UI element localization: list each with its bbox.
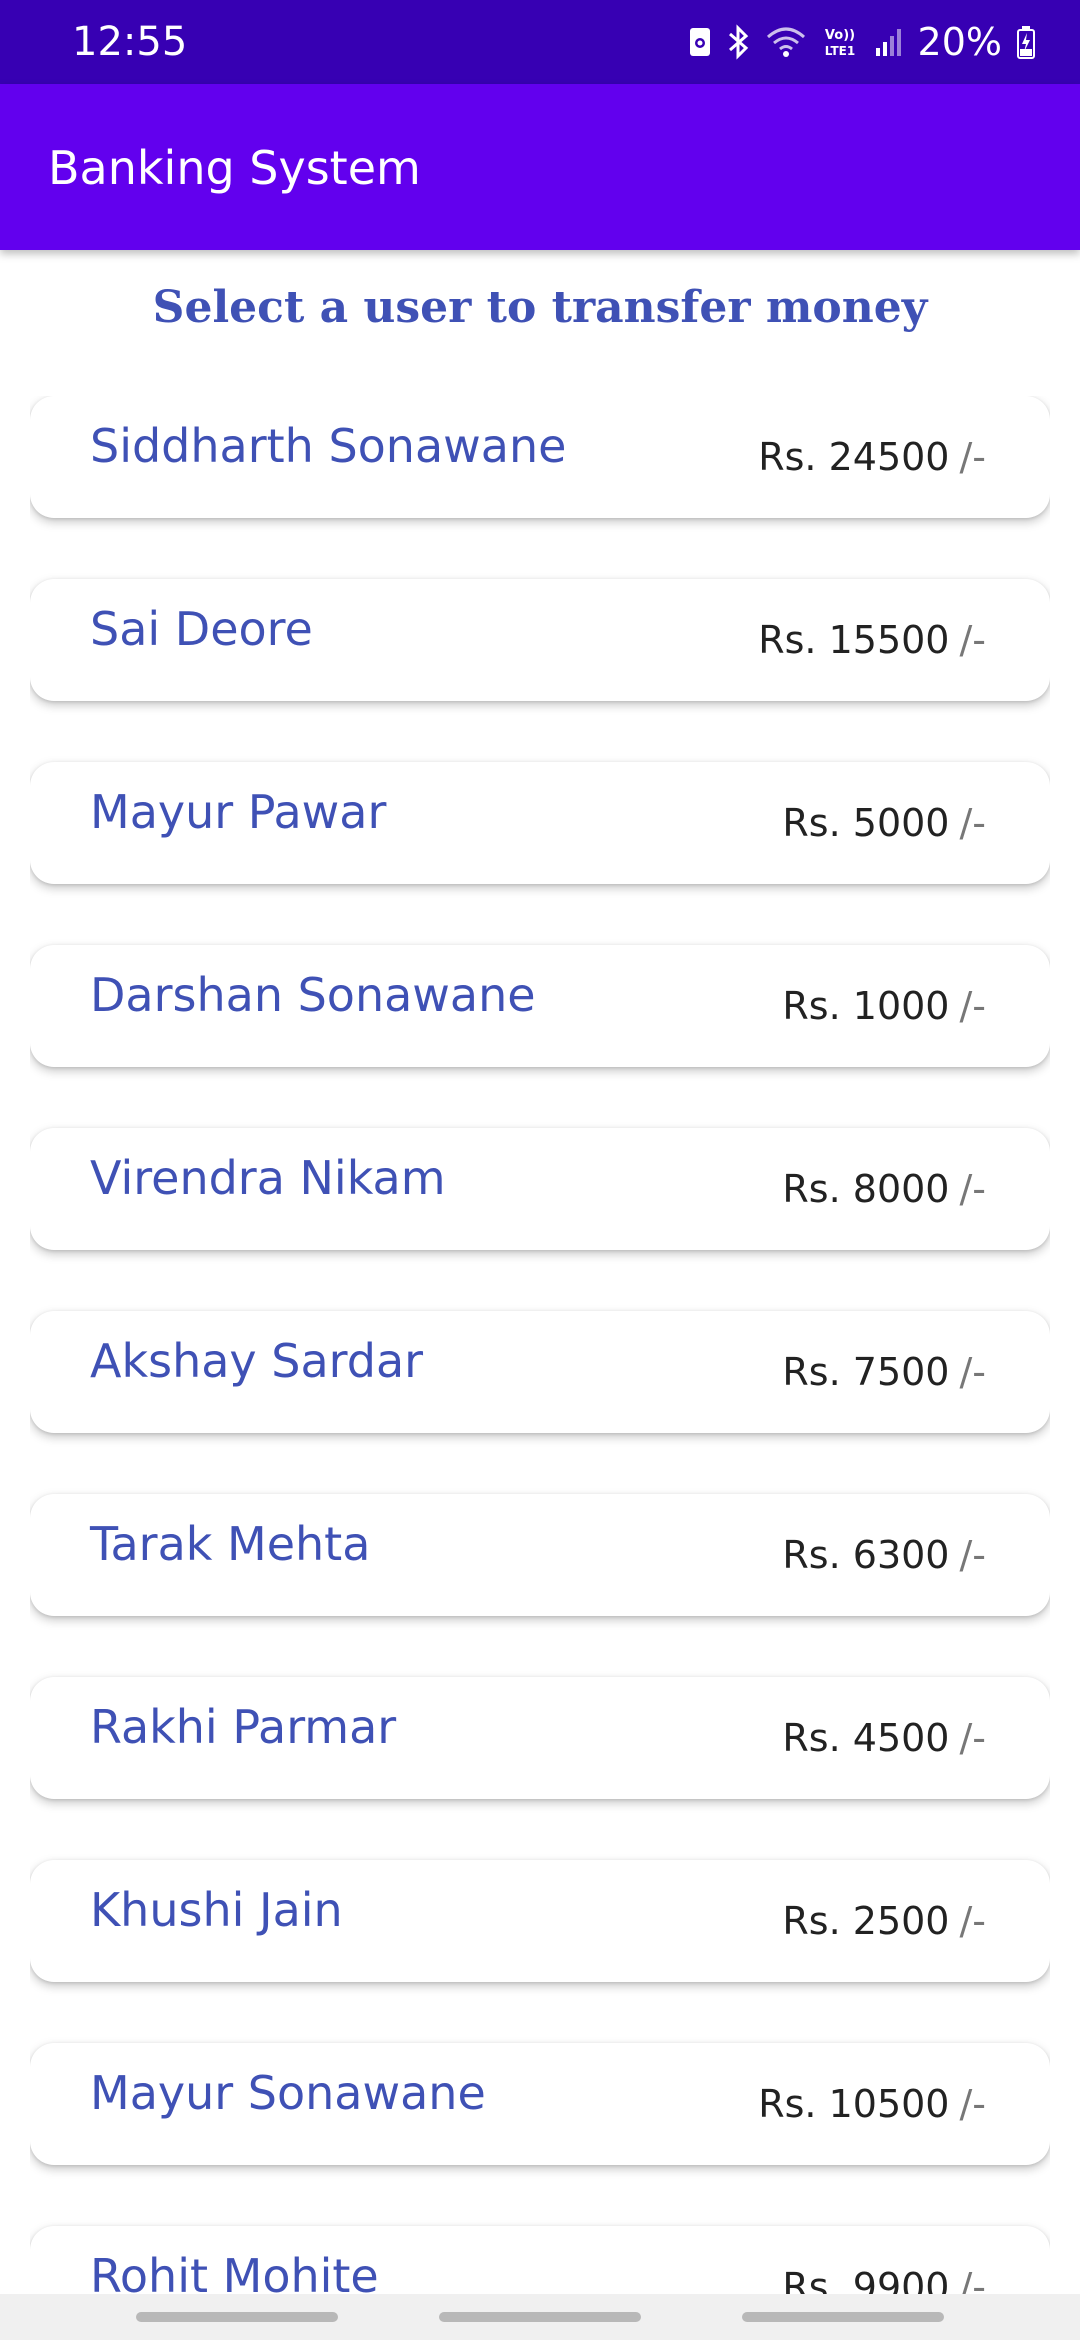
- app-title: Banking System: [48, 141, 421, 195]
- balance-suffix: /-: [959, 1716, 986, 1760]
- balance-amount: Rs. 15500: [758, 618, 950, 662]
- user-card[interactable]: Mayur Pawar Rs. 5000/-: [30, 762, 1050, 884]
- user-card[interactable]: Khushi Jain Rs. 2500/-: [30, 1860, 1050, 1982]
- signal-icon: [874, 26, 904, 58]
- user-balance: Rs. 7500/-: [782, 1347, 986, 1397]
- user-name: Mayur Pawar: [90, 785, 387, 839]
- user-card[interactable]: Rakhi Parmar Rs. 4500/-: [30, 1677, 1050, 1799]
- balance-suffix: /-: [959, 984, 986, 1028]
- user-balance: Rs. 10500/-: [758, 2079, 986, 2129]
- user-card[interactable]: Virendra Nikam Rs. 8000/-: [30, 1128, 1050, 1250]
- user-balance: Rs. 9900 /-: [782, 2262, 986, 2296]
- balance-suffix: /-: [959, 2265, 986, 2296]
- user-name: Darshan Sonawane: [90, 968, 536, 1022]
- balance-amount: Rs. 8000: [782, 1167, 950, 1211]
- user-balance: Rs. 15500/-: [758, 615, 986, 665]
- svg-text:Vo)): Vo)): [824, 28, 854, 43]
- app-bar: Banking System: [0, 84, 1080, 250]
- user-card[interactable]: Akshay Sardar Rs. 7500/-: [30, 1311, 1050, 1433]
- user-balance: Rs. 6300/-: [782, 1530, 986, 1580]
- balance-amount: Rs. 5000: [782, 801, 950, 845]
- user-name: Tarak Mehta: [90, 1517, 371, 1571]
- user-name: Virendra Nikam: [90, 1151, 446, 1205]
- user-balance: Rs. 24500/-: [758, 432, 986, 482]
- user-card[interactable]: Sai Deore Rs. 15500/-: [30, 579, 1050, 701]
- nav-recents-button[interactable]: [136, 2312, 338, 2322]
- bluetooth-icon: [726, 24, 752, 60]
- balance-amount: Rs. 7500: [782, 1350, 950, 1394]
- wifi-icon: [766, 25, 806, 59]
- balance-suffix: /-: [959, 1350, 986, 1394]
- user-card[interactable]: Mayur Sonawane Rs. 10500/-: [30, 2043, 1050, 2165]
- balance-suffix: /-: [959, 1899, 986, 1943]
- user-name: Akshay Sardar: [90, 1334, 424, 1388]
- user-balance: Rs. 8000/-: [782, 1164, 986, 1214]
- user-card[interactable]: Tarak Mehta Rs. 6300/-: [30, 1494, 1050, 1616]
- battery-charging-icon: [1016, 25, 1036, 59]
- svg-text:LTE1: LTE1: [824, 44, 854, 58]
- battery-percent: 20%: [917, 20, 1002, 64]
- page-subtitle: Select a user to transfer money: [152, 282, 928, 333]
- nav-home-button[interactable]: [439, 2312, 641, 2322]
- volte-icon: Vo)) LTE1: [820, 24, 860, 60]
- user-balance: Rs. 5000/-: [782, 798, 986, 848]
- user-name: Khushi Jain: [90, 1883, 343, 1937]
- user-balance: Rs. 2500/-: [782, 1896, 986, 1946]
- screen: 12:55 Vo)) LTE1 20% Banking System Selec…: [0, 0, 1080, 2340]
- user-card[interactable]: Rohit Mohite Rs. 9900 /-: [30, 2226, 1050, 2296]
- user-balance: Rs. 1000/-: [782, 981, 986, 1031]
- balance-amount: Rs. 10500: [758, 2082, 950, 2126]
- balance-amount: Rs. 24500: [758, 435, 950, 479]
- user-name: Mayur Sonawane: [90, 2066, 486, 2120]
- balance-suffix: /-: [959, 435, 986, 479]
- user-name: Rohit Mohite: [90, 2249, 379, 2296]
- balance-amount: Rs. 4500: [782, 1716, 950, 1760]
- user-balance: Rs. 4500/-: [782, 1713, 986, 1763]
- balance-suffix: /-: [959, 1167, 986, 1211]
- status-bar: 12:55 Vo)) LTE1 20%: [0, 0, 1080, 84]
- user-card[interactable]: Darshan Sonawane Rs. 1000/-: [30, 945, 1050, 1067]
- balance-suffix: /-: [959, 2082, 986, 2126]
- user-list[interactable]: Siddharth Sonawane Rs. 24500/- Sai Deore Rs…: [30, 396, 1050, 2296]
- status-icons: Vo)) LTE1 20%: [688, 14, 1036, 70]
- balance-suffix: /-: [959, 801, 986, 845]
- balance-suffix: /-: [959, 1533, 986, 1577]
- screenshot-icon: [688, 26, 712, 58]
- balance-suffix: /-: [959, 618, 986, 662]
- balance-amount: Rs. 6300: [782, 1533, 950, 1577]
- user-name: Sai Deore: [90, 602, 313, 656]
- balance-amount: Rs. 9900: [782, 2265, 950, 2296]
- user-name: Siddharth Sonawane: [90, 419, 567, 473]
- user-name: Rakhi Parmar: [90, 1700, 397, 1754]
- balance-amount: Rs. 1000: [782, 984, 950, 1028]
- status-time: 12:55: [72, 19, 188, 65]
- balance-amount: Rs. 2500: [782, 1899, 950, 1943]
- nav-back-button[interactable]: [742, 2312, 944, 2322]
- user-card[interactable]: Siddharth Sonawane Rs. 24500/-: [30, 396, 1050, 518]
- navigation-bar: [0, 2294, 1080, 2340]
